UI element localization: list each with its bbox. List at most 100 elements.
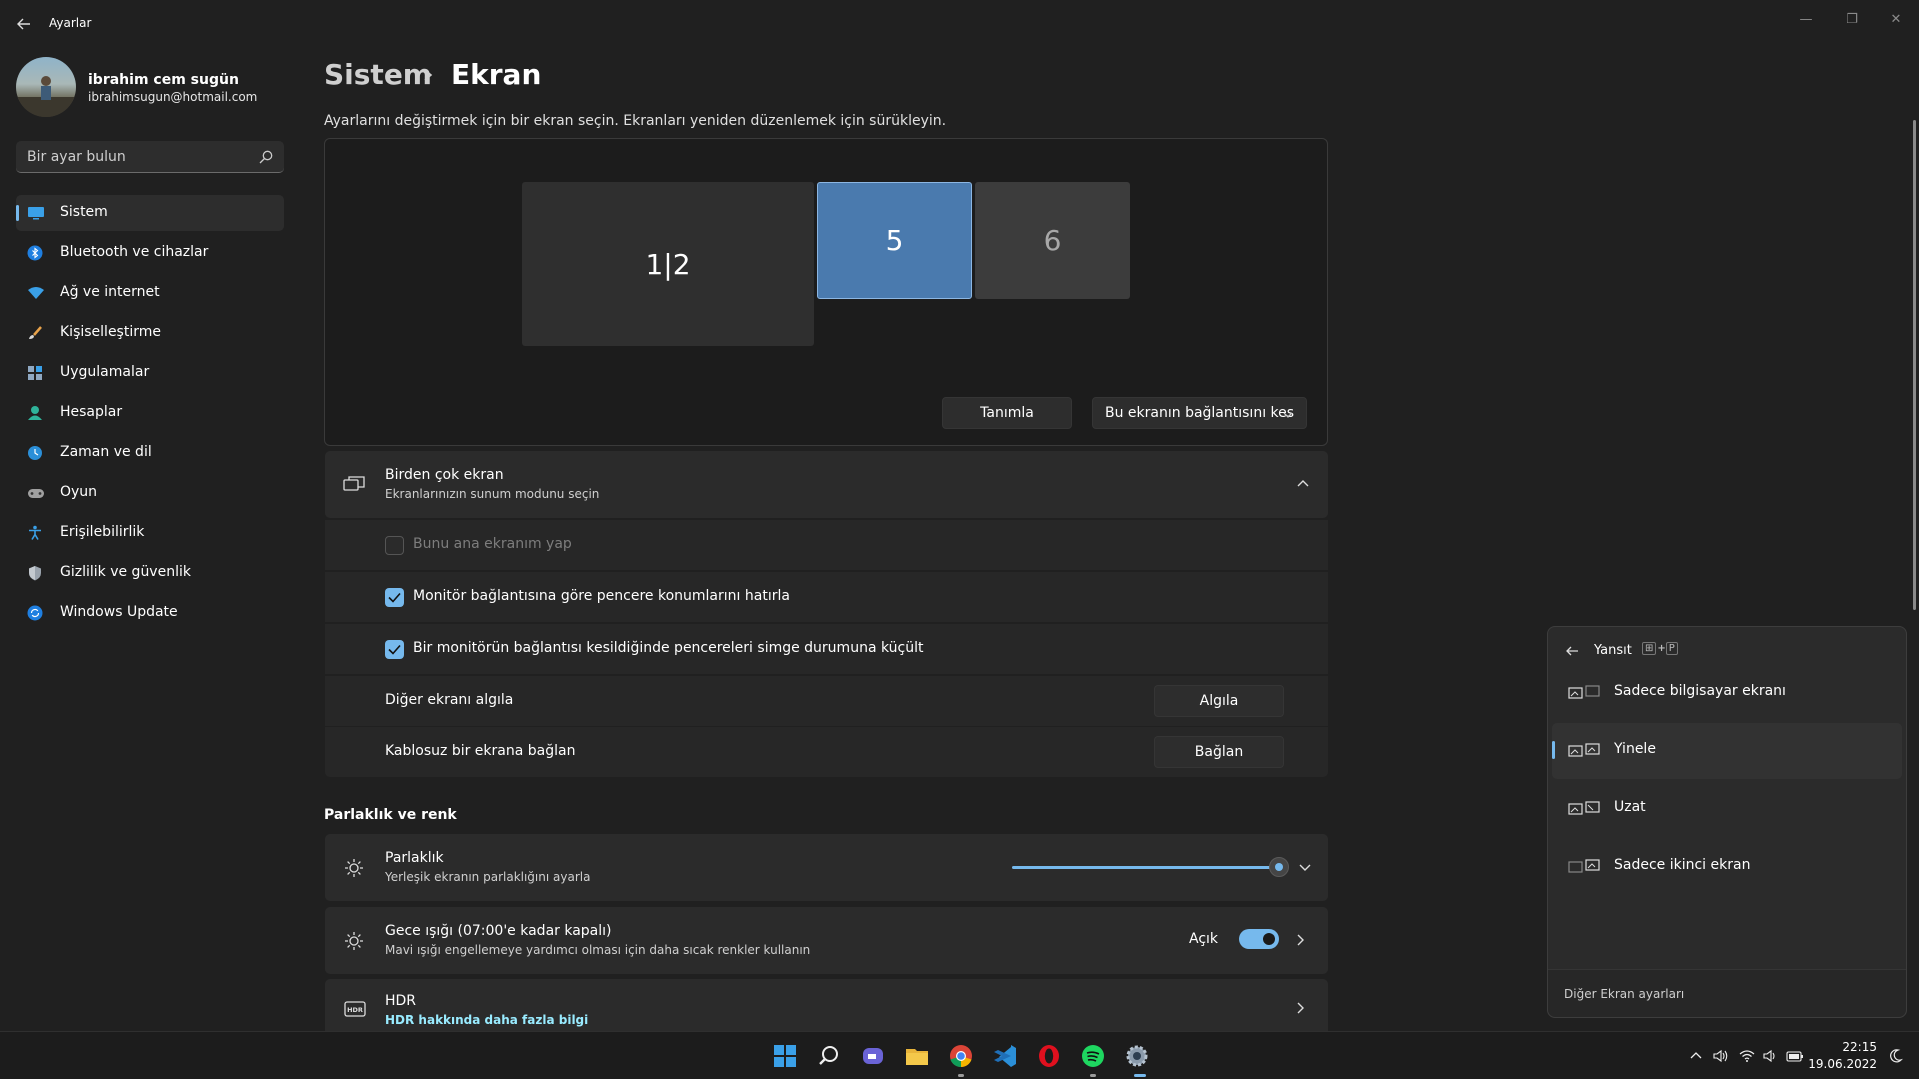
- disconnect-label: Bu ekranın bağlantısını kes: [1105, 405, 1295, 421]
- sidebar-item-label: Sistem: [60, 204, 108, 220]
- brightness-slider-thumb[interactable]: [1269, 857, 1289, 877]
- brightness-slider-track[interactable]: [1012, 866, 1279, 869]
- detect-button[interactable]: Algıla: [1154, 685, 1284, 717]
- notification-moon-icon[interactable]: [1887, 1048, 1903, 1064]
- search-icon[interactable]: [815, 1042, 843, 1070]
- identify-button[interactable]: Tanımla: [942, 397, 1072, 429]
- other-display-settings-link[interactable]: Diğer Ekran ayarları: [1564, 987, 1684, 1001]
- project-title: Yansıt: [1594, 643, 1632, 658]
- sidebar-item-erisilebilirlik[interactable]: Erişilebilirlik: [16, 515, 284, 551]
- search-icon[interactable]: [258, 149, 274, 165]
- sidebar-item-label: Hesaplar: [60, 404, 123, 420]
- sidebar-item-label: Gizlilik ve güvenlik: [60, 564, 191, 580]
- back-arrow-icon[interactable]: [14, 14, 34, 34]
- hdr-title: HDR: [385, 993, 417, 1009]
- breadcrumb-parent[interactable]: Sistem: [324, 58, 432, 91]
- minimize-button[interactable]: —: [1788, 8, 1824, 32]
- sidebar-item-kisisellestirme[interactable]: Kişiselleştirme: [16, 315, 284, 351]
- gamepad-icon: [27, 485, 44, 501]
- chrome-icon[interactable]: [947, 1042, 975, 1070]
- spotify-icon[interactable]: [1079, 1042, 1107, 1070]
- second-screen-only-icon: [1568, 859, 1602, 875]
- brightness-card: Parlaklık Yerleşik ekranın parlaklığını …: [325, 834, 1328, 901]
- night-light-title: Gece ışığı (07:00'e kadar kapalı): [385, 923, 612, 939]
- maximize-button[interactable]: ❐: [1834, 8, 1870, 32]
- back-arrow-icon[interactable]: [1564, 643, 1580, 659]
- scrollbar[interactable]: [1913, 120, 1916, 610]
- night-light-toggle[interactable]: [1239, 929, 1279, 949]
- sidebar-item-label: Zaman ve dil: [60, 444, 152, 460]
- teams-chat-icon[interactable]: [859, 1042, 887, 1070]
- minimize-windows-checkbox[interactable]: [385, 640, 404, 659]
- chevron-up-icon[interactable]: [1688, 1048, 1704, 1064]
- svg-text:HDR: HDR: [347, 1006, 363, 1014]
- monitor-6[interactable]: 6: [975, 182, 1130, 299]
- settings-search-box[interactable]: Bir ayar bulun: [16, 141, 284, 173]
- monitor-icon: [27, 205, 44, 221]
- globe-clock-icon: [27, 445, 43, 461]
- monitor-1-2[interactable]: 1|2: [522, 182, 814, 346]
- active-indicator: [1134, 1074, 1146, 1077]
- opera-icon[interactable]: [1035, 1042, 1063, 1070]
- volume-icon[interactable]: [1762, 1048, 1778, 1064]
- project-option-extend[interactable]: Uzat: [1552, 781, 1902, 837]
- speaker-icon[interactable]: [1712, 1048, 1728, 1064]
- breadcrumb-chevron-icon: [418, 62, 438, 88]
- project-option-duplicate[interactable]: Yinele: [1552, 723, 1902, 779]
- project-option-pc-screen-only[interactable]: Sadece bilgisayar ekranı: [1552, 665, 1902, 721]
- update-icon: [27, 605, 43, 621]
- sidebar-item-ag-internet[interactable]: Ağ ve internet: [16, 275, 284, 311]
- connect-button[interactable]: Bağlan: [1154, 736, 1284, 768]
- night-light-toggle-label: Açık: [1189, 931, 1219, 947]
- avatar[interactable]: [16, 57, 76, 117]
- chevron-right-icon[interactable]: [1296, 1001, 1306, 1015]
- sidebar-item-oyun[interactable]: Oyun: [16, 475, 284, 511]
- file-explorer-icon[interactable]: [903, 1042, 931, 1070]
- monitor-5[interactable]: 5: [817, 182, 972, 299]
- wifi-icon[interactable]: [1739, 1048, 1755, 1064]
- multiple-displays-header[interactable]: Birden çok ekran Ekranlarınızın sunum mo…: [325, 451, 1328, 518]
- chevron-down-icon[interactable]: [1298, 862, 1312, 874]
- sidebar-item-sistem[interactable]: Sistem: [16, 195, 284, 231]
- sidebar-item-zaman-dil[interactable]: Zaman ve dil: [16, 435, 284, 471]
- chevron-up-icon[interactable]: [1296, 477, 1310, 491]
- wireless-display-row: Kablosuz bir ekrana bağlan Bağlan: [325, 727, 1328, 777]
- sidebar-item-label: Kişiselleştirme: [60, 324, 161, 340]
- night-light-card[interactable]: Gece ışığı (07:00'e kadar kapalı) Mavi ı…: [325, 907, 1328, 974]
- pc-screen-only-icon: [1568, 685, 1602, 701]
- taskbar-time[interactable]: 22:15: [1842, 1040, 1877, 1054]
- key-win: ⊞: [1642, 642, 1657, 655]
- wireless-display-label: Kablosuz bir ekrana bağlan: [385, 743, 576, 759]
- sidebar-item-windows-update[interactable]: Windows Update: [16, 595, 284, 631]
- vscode-icon[interactable]: [991, 1042, 1019, 1070]
- make-main-display-label: Bunu ana ekranım yap: [413, 536, 572, 552]
- option-label: Sadece ikinci ekran: [1614, 857, 1751, 873]
- chevron-right-icon[interactable]: [1296, 933, 1306, 947]
- active-indicator: [16, 205, 19, 221]
- app-title: Ayarlar: [49, 16, 92, 30]
- disconnect-dropdown[interactable]: Bu ekranın bağlantısını kes: [1092, 397, 1307, 429]
- remember-positions-checkbox[interactable]: [385, 588, 404, 607]
- hdr-card[interactable]: HDR HDR HDR hakkında daha fazla bilgi: [325, 979, 1328, 1031]
- close-button[interactable]: ✕: [1878, 8, 1914, 32]
- sidebar-item-hesaplar[interactable]: Hesaplar: [16, 395, 284, 431]
- duplicate-icon: [1568, 743, 1602, 759]
- arrangement-hint: Ayarlarını değiştirmek için bir ekran se…: [324, 113, 947, 129]
- apps-icon: [27, 365, 43, 381]
- hdr-learn-more-link[interactable]: HDR hakkında daha fazla bilgi: [385, 1013, 588, 1027]
- shield-icon: [27, 565, 43, 581]
- start-icon[interactable]: [771, 1042, 799, 1070]
- project-flyout: Yansıt ⊞ + P Sadece bilgisayar ekranı Yine…: [1547, 626, 1907, 1018]
- battery-icon[interactable]: [1786, 1048, 1803, 1064]
- make-main-display-checkbox[interactable]: [385, 536, 404, 555]
- make-main-display-row: Bunu ana ekranım yap: [325, 520, 1328, 570]
- night-light-sun-icon: [344, 931, 364, 951]
- brightness-subtitle: Yerleşik ekranın parlaklığını ayarla: [385, 870, 591, 884]
- settings-icon[interactable]: [1123, 1042, 1151, 1070]
- brightness-title: Parlaklık: [385, 850, 444, 866]
- sidebar-item-uygulamalar[interactable]: Uygulamalar: [16, 355, 284, 391]
- project-option-second-screen-only[interactable]: Sadece ikinci ekran: [1552, 839, 1902, 895]
- sidebar-item-gizlilik-guvenlik[interactable]: Gizlilik ve güvenlik: [16, 555, 284, 591]
- taskbar-date[interactable]: 19.06.2022: [1808, 1057, 1877, 1071]
- sidebar-item-bluetooth[interactable]: Bluetooth ve cihazlar: [16, 235, 284, 271]
